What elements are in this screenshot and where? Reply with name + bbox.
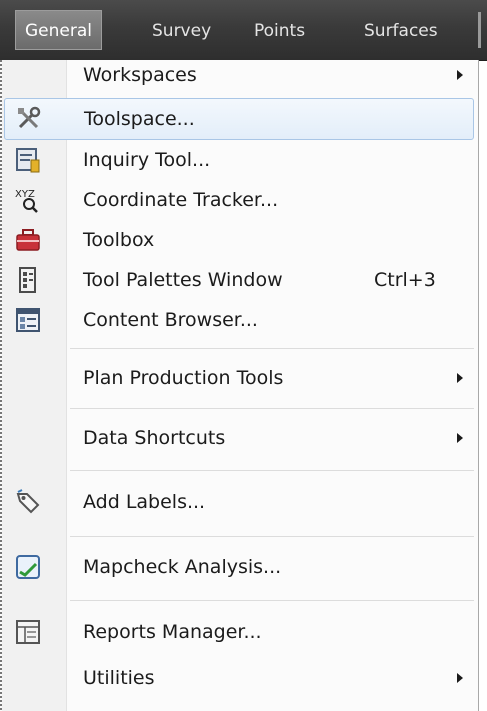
menu-item-data-shortcuts[interactable]: Data Shortcuts [4,416,474,460]
tab-survey[interactable]: Survey [152,17,211,45]
menu-separator [70,470,474,471]
submenu-arrow-icon [457,433,463,443]
menu-separator [70,600,474,601]
tab-points[interactable]: Points [254,17,305,45]
menu-item-label: Utilities [83,667,155,689]
menu-item-label: Plan Production Tools [83,367,284,389]
menu-item-label: Workspaces [83,64,197,86]
submenu-arrow-icon [457,673,463,683]
menu-item-workspaces[interactable]: Workspaces [4,60,474,90]
toolspace-icon [15,105,43,133]
menu-item-label: Reports Manager... [83,621,262,643]
svg-text:XYZ: XYZ [15,189,35,200]
menu-item-plan-production-tools[interactable]: Plan Production Tools [4,356,474,400]
menu-item-label: Content Browser... [83,309,258,331]
menu-item-content-browser[interactable]: Content Browser... [4,300,474,340]
toolbox-icon [14,226,42,254]
menu-separator [70,348,474,349]
menu-item-add-labels[interactable]: Add Labels... [4,478,474,526]
menu-item-label: Inquiry Tool... [83,149,211,171]
submenu-arrow-icon [457,373,463,383]
menu-item-label: Data Shortcuts [83,427,226,449]
mapcheck-icon [14,553,42,581]
menu-bar: General Survey Points Surfaces [0,0,487,61]
menu-item-label: Tool Palettes Window [83,269,283,291]
submenu-arrow-icon [457,70,463,80]
general-dropdown-menu: Workspaces Toolspace... Inquiry Tool... [0,60,479,711]
coordinate-tracker-icon: XYZ [14,186,42,214]
tab-general[interactable]: General [15,10,102,50]
menu-item-tool-palettes-window[interactable]: Tool Palettes Window Ctrl+3 [4,260,474,300]
tab-surfaces[interactable]: Surfaces [364,17,438,45]
menu-item-label: Coordinate Tracker... [83,189,279,211]
tool-palettes-icon [14,266,42,294]
menu-item-reports-manager[interactable]: Reports Manager... [4,608,474,656]
menu-item-label: Toolspace... [84,108,195,130]
menu-item-toolspace[interactable]: Toolspace... [4,98,474,140]
menu-separator [70,408,474,409]
menu-item-coordinate-tracker[interactable]: XYZ Coordinate Tracker... [4,180,474,220]
inquiry-tool-icon [14,146,42,174]
menu-item-label: Toolbox [83,229,155,251]
menubar-overflow-divider [478,12,481,48]
menu-separator [70,536,474,537]
reports-manager-icon [14,618,42,646]
add-labels-icon [14,488,42,516]
shortcut-label: Ctrl+3 [374,269,436,291]
menu-item-utilities[interactable]: Utilities [4,656,474,700]
content-browser-icon [14,306,42,334]
menu-item-label: Mapcheck Analysis... [83,556,282,578]
menu-item-toolbox[interactable]: Toolbox [4,220,474,260]
menu-item-inquiry-tool[interactable]: Inquiry Tool... [4,140,474,180]
menu-item-label: Add Labels... [83,491,206,513]
menu-item-mapcheck-analysis[interactable]: Mapcheck Analysis... [4,544,474,590]
